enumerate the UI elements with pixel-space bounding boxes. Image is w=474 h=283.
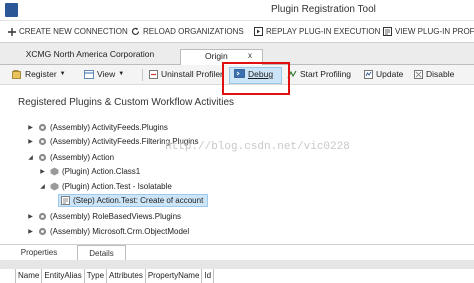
- disable-icon: [414, 69, 423, 79]
- tree-item-label: (Assembly) RoleBasedViews.Plugins: [50, 211, 182, 221]
- assembly-icon: [38, 227, 47, 235]
- tree-item[interactable]: ▶ (Assembly) ActivityFeeds.Filtering.Plu…: [27, 135, 199, 147]
- create-new-connection-label: CREATE NEW CONNECTION: [19, 27, 128, 36]
- app-icon: [5, 3, 18, 17]
- plugin-icon: [50, 182, 59, 190]
- section-title: Registered Plugins & Custom Workflow Act…: [18, 97, 235, 108]
- register-icon: [12, 69, 21, 79]
- collapse-icon[interactable]: ◢: [39, 183, 46, 190]
- tree-item-label: (Assembly) ActivityFeeds.Filtering.Plugi…: [50, 136, 199, 146]
- expand-icon[interactable]: ▶: [27, 228, 34, 235]
- toolbar-separator: [142, 69, 143, 81]
- tree-item-selected[interactable]: (Step) Action.Test: Create of account: [58, 194, 209, 207]
- start-profiling-button[interactable]: Start Profiling: [287, 69, 351, 79]
- details-panel-bar: [0, 260, 474, 269]
- profile-icon: [383, 27, 392, 36]
- bottom-tabstrip: Properties Details: [0, 244, 474, 261]
- column-header-name[interactable]: Name: [16, 269, 43, 283]
- expand-icon[interactable]: ▶: [39, 168, 46, 175]
- uninstall-icon: [149, 69, 158, 79]
- view-icon: [84, 69, 94, 79]
- assembly-icon: [38, 123, 47, 131]
- assembly-icon: [38, 212, 47, 220]
- step-icon: [61, 196, 70, 205]
- tree-item[interactable]: ▶ (Assembly) RoleBasedViews.Plugins: [27, 210, 181, 222]
- plugin-icon: [50, 167, 59, 175]
- tab-details[interactable]: Details: [77, 245, 126, 261]
- close-icon[interactable]: x: [248, 51, 252, 60]
- expand-icon[interactable]: ▶: [27, 138, 34, 145]
- replay-plugin-execution-label: REPLAY PLUG-IN EXECUTION: [266, 27, 381, 36]
- details-grid-header: Name EntityAlias Type Attributes Propert…: [15, 269, 215, 283]
- tree-item[interactable]: ▶ (Assembly) ActivityFeeds.Plugins: [27, 121, 168, 133]
- tab-properties[interactable]: Properties: [14, 245, 64, 261]
- tree-item[interactable]: ▶ (Plugin) Action.Class1: [39, 165, 140, 177]
- update-icon: [364, 69, 373, 79]
- title-bar: Plugin Registration Tool: [0, 0, 474, 21]
- chevron-down-icon: ▼: [59, 71, 66, 77]
- tree-item[interactable]: ▶ (Assembly) Microsoft.Crm.ObjectModel: [27, 225, 189, 237]
- column-header-type[interactable]: Type: [85, 269, 108, 283]
- uninstall-profiler-button[interactable]: Uninstall Profiler: [149, 69, 233, 79]
- window-title: Plugin Registration Tool: [271, 4, 376, 15]
- collapse-icon[interactable]: ◢: [27, 154, 34, 161]
- column-header-propertyname[interactable]: PropertyName: [146, 269, 203, 283]
- assembly-icon: [38, 137, 47, 145]
- reload-organizations-button[interactable]: RELOAD ORGANIZATIONS: [131, 27, 244, 36]
- create-new-connection-button[interactable]: CREATE NEW CONNECTION: [8, 27, 128, 36]
- chevron-down-icon: ▼: [118, 71, 125, 77]
- org-tab-label: Origin: [205, 51, 228, 61]
- view-plugin-profile-label: VIEW PLUG-IN PROFILE: [395, 27, 474, 36]
- tree-item-label: (Assembly) Microsoft.Crm.ObjectModel: [50, 226, 190, 236]
- tree-item[interactable]: ◢ (Assembly) Action: [27, 151, 114, 163]
- debug-highlight-box: [222, 62, 290, 95]
- tree-item-label: (Plugin) Action.Class1: [62, 166, 141, 176]
- tree-item-label: (Plugin) Action.Test - Isolatable: [62, 181, 172, 191]
- expand-icon[interactable]: ▶: [27, 213, 34, 220]
- tree-item[interactable]: ◢ (Plugin) Action.Test - Isolatable: [39, 180, 172, 192]
- replay-icon: [254, 27, 263, 36]
- tree-item-label: (Assembly) Action: [50, 152, 115, 162]
- update-button[interactable]: Update: [364, 69, 403, 79]
- column-header-entityalias[interactable]: EntityAlias: [42, 269, 85, 283]
- column-header-id[interactable]: Id: [202, 269, 215, 283]
- disable-label: Disable: [426, 69, 455, 79]
- register-button[interactable]: Register ▼: [12, 69, 66, 79]
- register-label: Register: [25, 69, 57, 79]
- view-label: View: [97, 69, 116, 79]
- plus-icon: [8, 27, 16, 36]
- tree-item-label: (Step) Action.Test: Create of account: [73, 196, 204, 205]
- connection-tab[interactable]: XCMG North America Corporation: [0, 49, 180, 59]
- disable-button[interactable]: Disable: [414, 69, 454, 79]
- expand-icon[interactable]: ▶: [27, 124, 34, 131]
- assembly-icon: [38, 153, 47, 161]
- view-plugin-profile-button[interactable]: VIEW PLUG-IN PROFILE: [383, 27, 474, 36]
- update-label: Update: [376, 69, 404, 79]
- start-profiling-label: Start Profiling: [300, 69, 352, 79]
- view-button[interactable]: View ▼: [84, 69, 124, 79]
- reload-icon: [131, 27, 140, 35]
- replay-plugin-execution-button[interactable]: REPLAY PLUG-IN EXECUTION: [254, 27, 380, 36]
- command-bar: CREATE NEW CONNECTION RELOAD ORGANIZATIO…: [0, 21, 474, 43]
- column-header-attributes[interactable]: Attributes: [107, 269, 146, 283]
- tree-item-label: (Assembly) ActivityFeeds.Plugins: [50, 122, 168, 132]
- reload-organizations-label: RELOAD ORGANIZATIONS: [143, 27, 244, 36]
